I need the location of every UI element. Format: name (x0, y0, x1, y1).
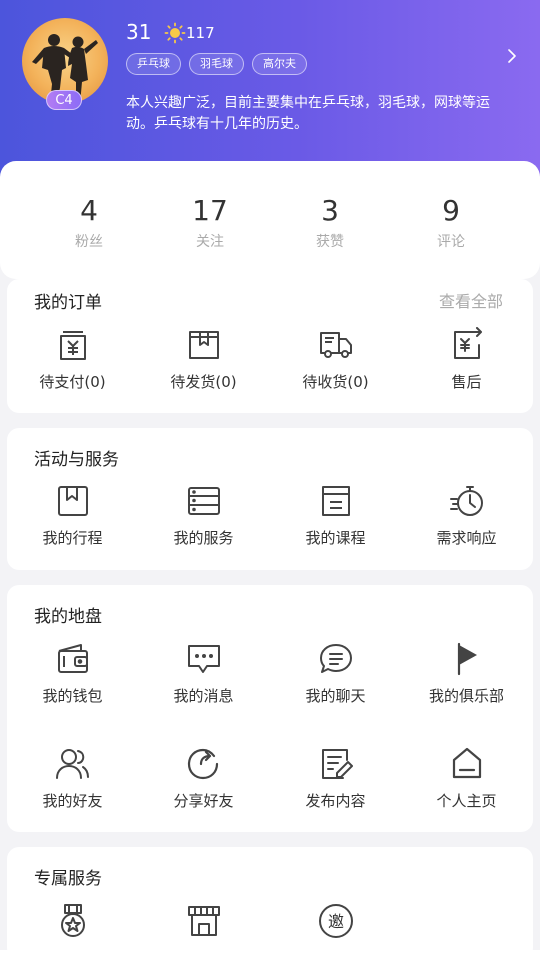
tag-item[interactable]: 乒乓球 (126, 53, 181, 75)
stat-value: 17 (192, 194, 228, 227)
stats-card: 4 粉丝 17 关注 3 获赞 9 评论 (0, 161, 540, 279)
grid-label: 我的消息 (173, 687, 234, 705)
grid-label: 待发货(0) (170, 373, 237, 391)
timer-icon (449, 486, 483, 516)
avatar[interactable]: C4 (22, 18, 108, 110)
stat-fans[interactable]: 4 粉丝 (29, 193, 149, 251)
stat-label: 获赞 (316, 234, 344, 250)
my-messages[interactable]: 我的消息 (138, 641, 269, 706)
stat-value: 3 (321, 194, 339, 227)
grid-label: 我的课程 (305, 529, 366, 547)
chevron-right-icon[interactable] (504, 46, 520, 66)
store-icon (187, 906, 220, 936)
territory-card: 我的地盘 我的钱包 我的消息 我的聊天 我的俱乐部 我的好友 分享好友 发布内容… (7, 585, 533, 832)
user-number: 31 (126, 20, 152, 44)
activities-title: 活动与服务 (34, 450, 119, 470)
level-badge: C4 (46, 90, 82, 110)
grid-label: 我的行程 (42, 529, 103, 547)
invite-icon: 邀 (318, 904, 353, 938)
my-courses[interactable]: 我的课程 (270, 483, 401, 548)
my-club[interactable]: 我的俱乐部 (401, 641, 532, 706)
package-icon (188, 331, 219, 359)
exclusive-medal[interactable] (7, 903, 138, 939)
medal-icon (60, 904, 85, 937)
my-services[interactable]: 我的服务 (138, 483, 269, 548)
exclusive-title: 专属服务 (34, 869, 102, 889)
my-friends[interactable]: 我的好友 (7, 746, 138, 811)
wallet-icon (57, 644, 88, 673)
personal-homepage[interactable]: 个人主页 (401, 746, 532, 811)
orders-title: 我的订单 (34, 293, 102, 313)
share-friends[interactable]: 分享好友 (138, 746, 269, 811)
order-pending-shipment[interactable]: 待发货(0) (138, 327, 269, 392)
stat-label: 粉丝 (75, 234, 103, 250)
grid-label: 发布内容 (305, 792, 366, 810)
exclusive-invite[interactable]: 邀 (270, 903, 401, 939)
order-after-sales[interactable]: 售后 (401, 327, 532, 392)
yuan-box-icon (59, 331, 86, 360)
view-all-orders-link[interactable]: 查看全部 (439, 288, 503, 312)
order-pending-receipt[interactable]: 待收货(0) (270, 327, 401, 392)
grid-label: 我的服务 (173, 529, 234, 547)
interest-tags: 乒乓球 羽毛球 高尔夫 (126, 53, 307, 75)
message-bubble-icon (187, 645, 220, 673)
publish-content[interactable]: 发布内容 (270, 746, 401, 811)
activities-card: 活动与服务 我的行程 我的服务 我的课程 需求响应 (7, 428, 533, 570)
flag-icon (457, 642, 477, 676)
grid-label: 我的聊天 (305, 687, 366, 705)
territory-title: 我的地盘 (34, 607, 102, 627)
profile-bio: 本人兴趣广泛，目前主要集中在乒乓球，羽毛球，网球等运动。乒乓球有十几年的历史。 (126, 95, 490, 132)
grid-label: 分享好友 (173, 792, 234, 810)
exclusive-store[interactable] (138, 903, 269, 939)
grid-label: 个人主页 (436, 792, 497, 810)
tag-item[interactable]: 高尔夫 (252, 53, 307, 75)
home-icon (452, 747, 481, 779)
truck-icon (319, 332, 352, 358)
grid-label: 我的钱包 (42, 687, 103, 705)
refund-icon (453, 327, 482, 359)
stat-label: 评论 (437, 234, 465, 250)
grid-label: 需求响应 (436, 529, 497, 547)
tag-item[interactable]: 羽毛球 (189, 53, 244, 75)
my-wallet[interactable]: 我的钱包 (7, 641, 138, 706)
server-list-icon (187, 487, 220, 515)
stat-comments[interactable]: 9 评论 (391, 193, 511, 251)
bottom-tab-bar (0, 950, 540, 960)
grid-label: 待收货(0) (302, 373, 369, 391)
grid-label: 我的好友 (42, 792, 103, 810)
my-chats[interactable]: 我的聊天 (270, 641, 401, 706)
stat-likes[interactable]: 3 获赞 (270, 193, 390, 251)
demand-response[interactable]: 需求响应 (401, 483, 532, 548)
grid-label: 售后 (451, 373, 482, 391)
stat-label: 关注 (196, 234, 224, 250)
grid-label: 我的俱乐部 (428, 687, 504, 705)
sun-count: 117 (186, 24, 215, 42)
share-icon (187, 748, 218, 780)
grid-label: 待支付(0) (39, 373, 106, 391)
orders-card: 我的订单 查看全部 待支付(0) 待发货(0) 待收货(0) 售后 (7, 279, 533, 413)
exclusive-card: 专属服务 邀 (7, 847, 533, 960)
order-pending-payment[interactable]: 待支付(0) (7, 327, 138, 392)
chat-icon (319, 644, 352, 673)
my-itinerary[interactable]: 我的行程 (7, 483, 138, 548)
invite-text: 邀 (327, 912, 343, 931)
stat-following[interactable]: 17 关注 (150, 193, 270, 251)
stat-value: 4 (80, 194, 98, 227)
sun-icon (164, 22, 186, 44)
stat-value: 9 (442, 194, 460, 227)
folder-icon (321, 486, 350, 516)
bookmark-box-icon (57, 486, 88, 516)
friends-icon (55, 749, 89, 779)
edit-doc-icon (321, 749, 353, 779)
